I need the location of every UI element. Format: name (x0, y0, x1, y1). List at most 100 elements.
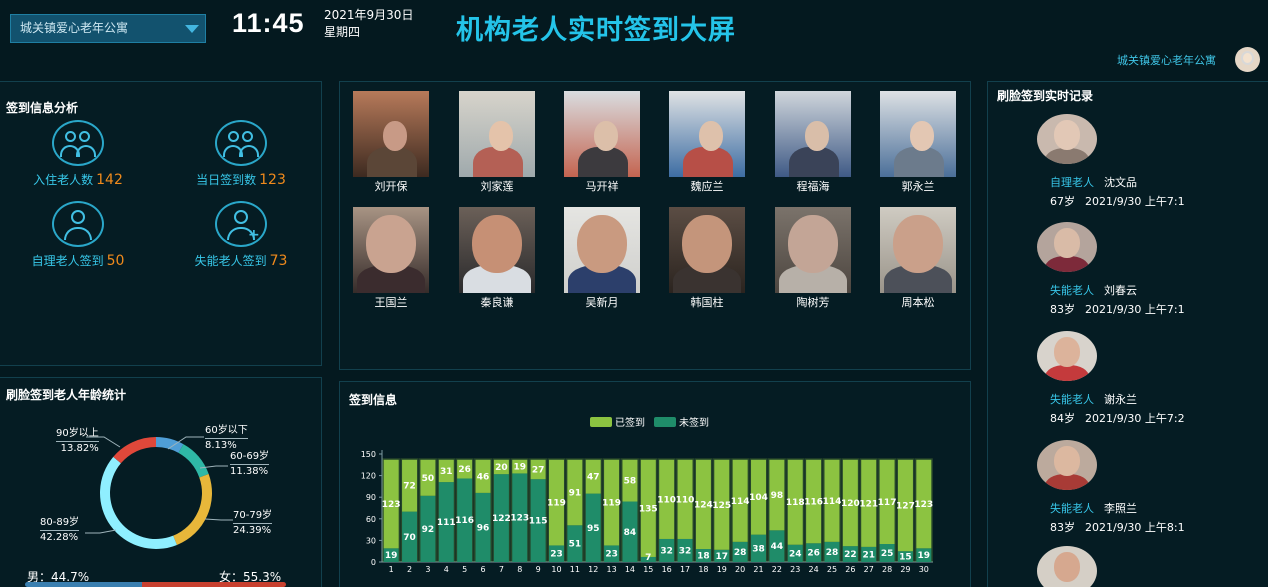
avatar-head (1241, 51, 1254, 65)
age-label-60-69: 60-69岁 11.38% (230, 451, 270, 478)
resident-photo[interactable] (564, 207, 640, 293)
record-line-type: 自理老人 沈文品 (1050, 174, 1137, 190)
record-name: 刘春云 (1104, 284, 1137, 297)
female-ratio-bar (142, 582, 286, 587)
record-type: 失能老人 (1050, 502, 1094, 515)
resident-photo[interactable] (564, 91, 640, 177)
avatar-face (1054, 337, 1080, 367)
photo-body (367, 147, 417, 177)
resident-name: 魏应兰 (690, 180, 724, 193)
resident-name: 吴新月 (585, 296, 619, 309)
photo-face (366, 215, 416, 273)
stat-label: 自理老人签到 (31, 254, 104, 268)
age-label-pct: 13.82% (56, 441, 99, 455)
age-label-name: 60岁以下 (205, 425, 248, 436)
resident-photo[interactable] (669, 207, 745, 293)
legend-swatch (654, 417, 676, 427)
org-selector[interactable]: 城关镇爱心老年公寓 (10, 14, 206, 43)
avatar-face (1054, 228, 1080, 258)
age-label-name: 90岁以上 (56, 428, 99, 439)
avatar-face (1054, 446, 1080, 476)
people-icon (52, 120, 104, 166)
photo-body (578, 147, 628, 177)
people-icon (215, 120, 267, 166)
age-label-pct: 24.39% (233, 523, 273, 536)
resident-name: 韩国柱 (690, 296, 724, 309)
resident-name: 刘开保 (374, 180, 408, 193)
record-time: 2021/9/30 上午7:1 (1085, 195, 1185, 208)
photo-face (594, 121, 618, 151)
photo-body (789, 147, 839, 177)
record-line-time: 84岁 2021/9/30 上午7:2 (1050, 410, 1185, 426)
record-type: 失能老人 (1050, 284, 1094, 297)
record-age: 83岁 (1050, 303, 1075, 316)
weekday-text: 星期四 (324, 25, 361, 39)
male-ratio-bar (25, 582, 142, 587)
person-walker-icon (52, 201, 104, 247)
org-name: 城关镇爱心老年公寓 (1117, 54, 1216, 67)
age-label-name: 70-79岁 (233, 510, 273, 521)
org-selector-value: 城关镇爱心老年公寓 (20, 21, 129, 35)
age-label-pct: 42.28% (40, 530, 80, 543)
record-time: 2021/9/30 上午8:1 (1085, 521, 1185, 534)
legend-unsigned: 未签到 (654, 414, 709, 429)
stat-label: 入住老人数 (33, 173, 94, 187)
record-line-time: 83岁 2021/9/30 上午8:1 (1050, 519, 1185, 535)
photo-face (893, 215, 943, 273)
record-avatar (1037, 440, 1097, 490)
avatar-face (1054, 120, 1080, 150)
stat-value: 73 (269, 253, 288, 269)
stat-label: 当日签到数 (196, 173, 257, 187)
photo-face (383, 121, 407, 151)
resident-name: 陶树芳 (796, 296, 830, 309)
page-title: 机构老人实时签到大屏 (456, 15, 736, 46)
resident-photo[interactable] (459, 207, 535, 293)
record-avatar (1037, 114, 1097, 164)
resident-name: 马开祥 (585, 180, 619, 193)
resident-photo[interactable] (669, 91, 745, 177)
record-name: 谢永兰 (1104, 393, 1137, 406)
age-label-pct: 8.13% (205, 438, 248, 452)
stat-residents: 入住老人数 142 (18, 120, 138, 188)
photo-face (699, 121, 723, 151)
age-title: 刷脸签到老人年龄统计 (6, 388, 127, 402)
resident-name: 秦良谦 (480, 296, 514, 309)
resident-photo[interactable] (775, 207, 851, 293)
resident-name: 刘家莲 (480, 180, 514, 193)
avatar-body (1045, 474, 1089, 490)
record-time: 2021/9/30 上午7:2 (1085, 412, 1185, 425)
legend-label: 已签到 (615, 418, 645, 429)
person-plus-icon: + (215, 201, 267, 247)
legend-signed: 已签到 (590, 414, 645, 429)
age-label-name: 80-89岁 (40, 517, 80, 528)
age-label-70-79: 70-79岁 24.39% (233, 510, 273, 537)
stat-disabled-checkins: + 失能老人签到 73 (181, 201, 301, 269)
record-name: 李照兰 (1104, 502, 1137, 515)
avatar-body (1045, 256, 1089, 272)
resident-photo[interactable] (880, 91, 956, 177)
resident-photo[interactable] (880, 207, 956, 293)
age-label-90plus: 90岁以上 13.82% (56, 428, 99, 455)
user-avatar[interactable] (1235, 47, 1260, 72)
photo-face (788, 215, 838, 273)
resident-photo[interactable] (775, 91, 851, 177)
stat-value: 123 (259, 172, 286, 188)
resident-photo[interactable] (459, 91, 535, 177)
photo-face (472, 215, 522, 273)
resident-photo[interactable] (353, 91, 429, 177)
resident-name: 王国兰 (374, 296, 408, 309)
resident-photo[interactable] (353, 207, 429, 293)
stat-today-checkins: 当日签到数 123 (181, 120, 301, 188)
avatar-body (1045, 365, 1089, 381)
avatar-body (1045, 148, 1089, 164)
date-block: 2021年9月30日 星期四 (324, 7, 413, 41)
photo-face (682, 215, 732, 273)
record-line-type: 失能老人 刘春云 (1050, 282, 1137, 298)
photo-body (473, 147, 523, 177)
avatar-face (1054, 552, 1080, 582)
stats-title: 签到信息分析 (6, 101, 79, 115)
record-name: 沈文品 (1104, 176, 1137, 189)
chevron-down-icon[interactable] (185, 25, 199, 33)
checkin-chart-panel: 签到信息 (339, 381, 971, 587)
resident-name: 程福海 (796, 180, 830, 193)
